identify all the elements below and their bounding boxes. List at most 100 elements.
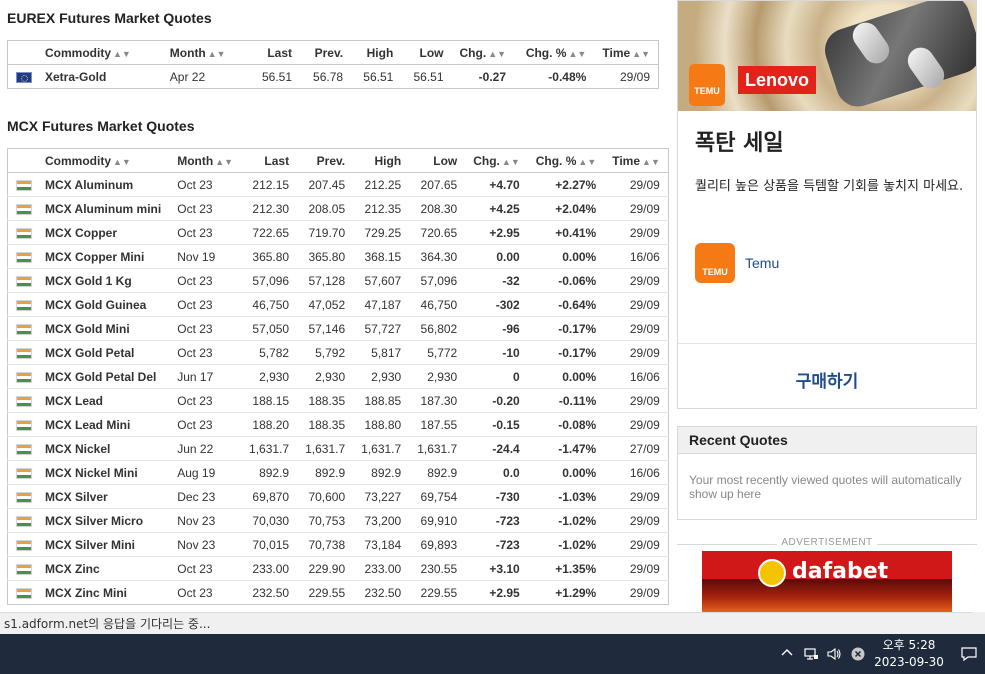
table-row[interactable]: MCX Nickel Jun 22 1,631.7 1,631.7 1,631.7 1,6… xyxy=(7,436,669,461)
commodity-link[interactable]: MCX Gold Guinea xyxy=(40,292,170,317)
volume-icon[interactable] xyxy=(826,646,842,662)
low-header[interactable]: Low xyxy=(409,148,466,173)
commodity-header[interactable]: Commodity ▲▼ xyxy=(40,40,162,65)
last-cell: 365.80 xyxy=(241,244,298,269)
table-row[interactable]: MCX Gold Guinea Oct 23 46,750 47,052 47,187 4… xyxy=(7,292,669,317)
close-circle-icon[interactable] xyxy=(850,646,866,662)
chg-pct-header[interactable]: Chg. % ▲▼ xyxy=(527,148,605,173)
commodity-link[interactable]: MCX Aluminum mini xyxy=(40,196,170,221)
table-row[interactable]: Xetra-Gold Apr 22 56.51 56.78 56.51 56.51 -0.2… xyxy=(8,65,659,89)
taskbar-clock[interactable]: 오후 5:28 2023-09-30 xyxy=(866,637,952,671)
chg-cell: -0.27 xyxy=(478,69,507,84)
month-header[interactable]: Month ▲▼ xyxy=(161,40,248,65)
commodity-header[interactable]: Commodity ▲▼ xyxy=(40,148,170,173)
temu-ad-card[interactable]: TEMU Lenovo 폭탄 세일 퀄리티 높은 상품을 득템할 기회를 놓치지… xyxy=(677,0,977,409)
commodity-link[interactable]: MCX Gold Petal Del xyxy=(40,364,170,389)
dafabet-ad-banner[interactable]: dafabet xyxy=(702,551,952,613)
commodity-link[interactable]: MCX Copper Mini xyxy=(40,244,170,269)
high-cell: 1,631.7 xyxy=(353,436,410,461)
table-row[interactable]: MCX Gold Mini Oct 23 57,050 57,146 57,727 56,… xyxy=(7,316,669,341)
low-header[interactable]: Low xyxy=(401,40,452,65)
commodity-link[interactable]: MCX Lead Mini xyxy=(40,412,170,437)
temu-logo-icon[interactable]: TEMU xyxy=(695,243,735,283)
high-cell: 368.15 xyxy=(353,244,410,269)
time-header[interactable]: Time ▲▼ xyxy=(604,148,669,173)
chg-pct-cell: -1.47% xyxy=(527,436,605,461)
earbud-case-image xyxy=(819,1,976,111)
india-flag-icon xyxy=(16,587,32,599)
month-cell: Jun 17 xyxy=(169,364,242,389)
commodity-link[interactable]: MCX Zinc Mini xyxy=(40,581,169,605)
table-row[interactable]: MCX Zinc Oct 23 233.00 229.90 233.00 230.55 +3… xyxy=(7,556,669,581)
last-header[interactable]: Last xyxy=(241,148,298,173)
table-row[interactable]: MCX Lead Oct 23 188.15 188.35 188.85 187.30 -0… xyxy=(7,388,669,413)
india-flag-icon xyxy=(16,395,32,407)
commodity-link[interactable]: MCX Gold 1 Kg xyxy=(40,268,170,293)
high-cell: 73,184 xyxy=(353,532,410,557)
commodity-link[interactable]: MCX Zinc xyxy=(40,556,170,581)
time-cell: 29/09 xyxy=(604,268,669,293)
chg-pct-cell: -0.06% xyxy=(527,268,605,293)
table-row[interactable]: MCX Silver Dec 23 69,870 70,600 73,227 69,754… xyxy=(7,484,669,509)
high-cell: 57,607 xyxy=(353,268,410,293)
table-row[interactable]: MCX Lead Mini Oct 23 188.20 188.35 188.80 187… xyxy=(7,412,669,437)
chg-header[interactable]: Chg. ▲▼ xyxy=(465,148,528,173)
commodity-link[interactable]: MCX Gold Petal xyxy=(40,340,170,365)
commodity-link[interactable]: MCX Nickel Mini xyxy=(40,460,170,485)
commodity-link[interactable]: MCX Lead xyxy=(40,388,170,413)
chg-pct-cell: +2.27% xyxy=(527,172,605,197)
time-cell: 29/09 xyxy=(604,556,669,581)
commodity-link[interactable]: MCX Silver Micro xyxy=(40,508,170,533)
commodity-link[interactable]: MCX Gold Mini xyxy=(40,316,170,341)
table-row[interactable]: MCX Copper Oct 23 722.65 719.70 729.25 720.65… xyxy=(7,220,669,245)
table-row[interactable]: MCX Nickel Mini Aug 19 892.9 892.9 892.9 892.… xyxy=(7,460,669,485)
time-cell: 29/09 xyxy=(604,508,669,533)
commodity-link[interactable]: MCX Silver xyxy=(40,484,170,509)
high-cell: 188.80 xyxy=(353,412,410,437)
chg-pct-header[interactable]: Chg. % ▲▼ xyxy=(514,40,595,65)
low-cell: 364.30 xyxy=(409,244,466,269)
ad-brand-link[interactable]: Temu xyxy=(745,255,779,271)
table-row[interactable]: MCX Gold Petal Oct 23 5,782 5,792 5,817 5,772… xyxy=(7,340,669,365)
table-row[interactable]: MCX Silver Mini Nov 23 70,015 70,738 73,184 6… xyxy=(7,532,669,557)
ad-buy-button[interactable]: 구매하기 xyxy=(678,367,976,392)
prev-header[interactable]: Prev. xyxy=(297,148,354,173)
table-row[interactable]: MCX Zinc Mini Oct 23 232.50 229.55 232.50 229… xyxy=(8,581,669,605)
table-row[interactable]: MCX Copper Mini Nov 19 365.80 365.80 368.15 3… xyxy=(7,244,669,269)
chg-pct-cell: -1.02% xyxy=(527,532,605,557)
chg-pct-cell: +1.35% xyxy=(527,556,605,581)
table-row[interactable]: MCX Gold Petal Del Jun 17 2,930 2,930 2,930 2… xyxy=(7,364,669,389)
network-icon[interactable] xyxy=(803,646,819,662)
table-row[interactable]: MCX Gold 1 Kg Oct 23 57,096 57,128 57,607 57,… xyxy=(7,268,669,293)
temu-badge-logo: TEMU xyxy=(689,64,725,106)
commodity-link[interactable]: MCX Copper xyxy=(40,220,170,245)
high-header[interactable]: High xyxy=(353,148,410,173)
notification-icon[interactable] xyxy=(960,646,977,662)
commodity-link[interactable]: MCX Aluminum xyxy=(40,172,170,197)
time-header[interactable]: Time ▲▼ xyxy=(594,40,659,65)
chevron-up-icon[interactable] xyxy=(779,646,795,662)
chg-pct-cell: -0.48% xyxy=(548,69,587,84)
high-cell: 73,200 xyxy=(353,508,410,533)
ad-banner-image[interactable]: TEMU Lenovo xyxy=(678,1,976,111)
last-header[interactable]: Last xyxy=(247,40,301,65)
chg-header[interactable]: Chg. ▲▼ xyxy=(451,40,515,65)
commodity-link[interactable]: Xetra-Gold xyxy=(40,65,162,89)
table-row[interactable]: MCX Silver Micro Nov 23 70,030 70,753 73,200… xyxy=(7,508,669,533)
prev-header[interactable]: Prev. xyxy=(300,40,352,65)
commodity-link[interactable]: MCX Nickel xyxy=(40,436,170,461)
chg-cell: +2.95 xyxy=(489,585,520,600)
month-header[interactable]: Month ▲▼ xyxy=(169,148,242,173)
table-row[interactable]: MCX Aluminum mini Oct 23 212.30 208.05 212.3… xyxy=(7,196,669,221)
table-row[interactable]: MCX Aluminum Oct 23 212.15 207.45 212.25 207.… xyxy=(7,172,669,197)
flag-cell xyxy=(7,268,40,293)
chg-pct-cell: -1.02% xyxy=(527,508,605,533)
windows-taskbar: 오후 5:28 2023-09-30 xyxy=(0,634,985,674)
flag-header xyxy=(7,40,40,65)
india-flag-icon xyxy=(16,203,32,215)
high-header[interactable]: High xyxy=(351,40,402,65)
eurex-section-title: EUREX Futures Market Quotes xyxy=(7,10,212,26)
commodity-link[interactable]: MCX Silver Mini xyxy=(40,532,170,557)
prev-cell: 229.90 xyxy=(297,556,354,581)
prev-cell: 208.05 xyxy=(297,196,354,221)
